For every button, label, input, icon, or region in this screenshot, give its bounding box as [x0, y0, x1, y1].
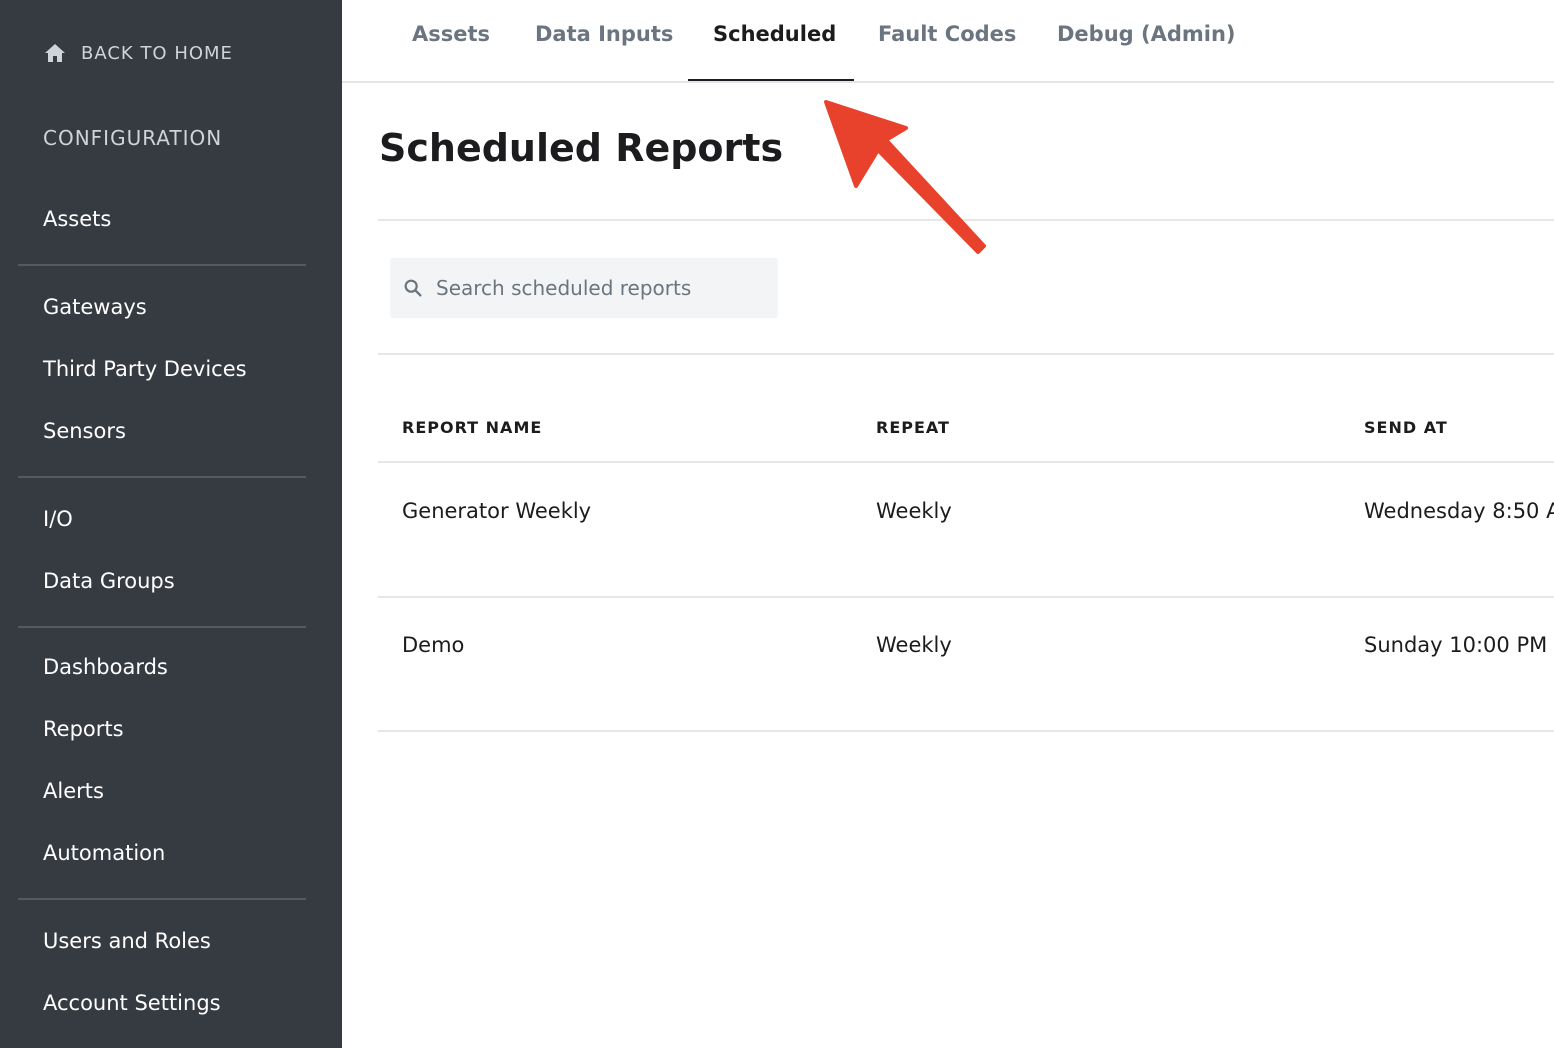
sidebar-divider [18, 626, 306, 628]
column-header-report-name[interactable]: REPORT NAME [402, 418, 542, 437]
sidebar: BACK TO HOME CONFIGURATION Assets Gatewa… [0, 0, 342, 1048]
sidebar-item-gateways[interactable]: Gateways [43, 295, 147, 319]
tab-debug-admin[interactable]: Debug (Admin) [1057, 22, 1236, 46]
search-icon [404, 279, 422, 297]
sidebar-item-automation[interactable]: Automation [43, 841, 165, 865]
configuration-section-label: CONFIGURATION [43, 126, 223, 150]
sidebar-item-assets[interactable]: Assets [43, 207, 111, 231]
active-tab-indicator [688, 79, 854, 81]
sidebar-item-account-settings[interactable]: Account Settings [43, 991, 221, 1015]
report-name-cell: Generator Weekly [402, 499, 592, 523]
column-header-send-at[interactable]: SEND AT [1364, 418, 1448, 437]
sidebar-item-alerts[interactable]: Alerts [43, 779, 104, 803]
repeat-cell: Weekly [876, 633, 952, 657]
search-box [390, 258, 778, 318]
search-divider [378, 353, 1554, 355]
back-to-home-label: BACK TO HOME [81, 42, 233, 64]
page-title: Scheduled Reports [379, 126, 784, 170]
sidebar-divider [18, 476, 306, 478]
sidebar-item-third-party-devices[interactable]: Third Party Devices [43, 357, 247, 381]
sidebar-divider [18, 898, 306, 900]
tab-bar: Assets Data Inputs Scheduled Fault Codes… [342, 0, 1554, 83]
table-row[interactable]: Generator Weekly Weekly Wednesday 8:50 A… [378, 463, 1554, 597]
sidebar-item-reports[interactable]: Reports [43, 717, 124, 741]
tab-scheduled[interactable]: Scheduled [713, 22, 836, 46]
sidebar-item-users-and-roles[interactable]: Users and Roles [43, 929, 211, 953]
back-to-home-link[interactable]: BACK TO HOME [43, 40, 233, 66]
tab-fault-codes[interactable]: Fault Codes [878, 22, 1016, 46]
row-divider [378, 730, 1554, 732]
table-row[interactable]: Demo Weekly Sunday 10:00 PM [378, 597, 1554, 731]
search-input[interactable] [436, 276, 766, 300]
home-icon [45, 44, 65, 62]
column-header-repeat[interactable]: REPEAT [876, 418, 950, 437]
repeat-cell: Weekly [876, 499, 952, 523]
report-name-cell: Demo [402, 633, 465, 657]
sidebar-item-data-groups[interactable]: Data Groups [43, 569, 175, 593]
sidebar-item-io[interactable]: I/O [43, 507, 73, 531]
sidebar-divider [18, 264, 306, 266]
send-at-cell: Sunday 10:00 PM [1364, 633, 1548, 657]
tab-assets[interactable]: Assets [412, 22, 490, 46]
annotation-arrow-icon [824, 100, 986, 254]
tab-data-inputs[interactable]: Data Inputs [535, 22, 673, 46]
send-at-cell: Wednesday 8:50 AM [1364, 499, 1554, 523]
sidebar-item-sensors[interactable]: Sensors [43, 419, 126, 443]
sidebar-item-dashboards[interactable]: Dashboards [43, 655, 168, 679]
